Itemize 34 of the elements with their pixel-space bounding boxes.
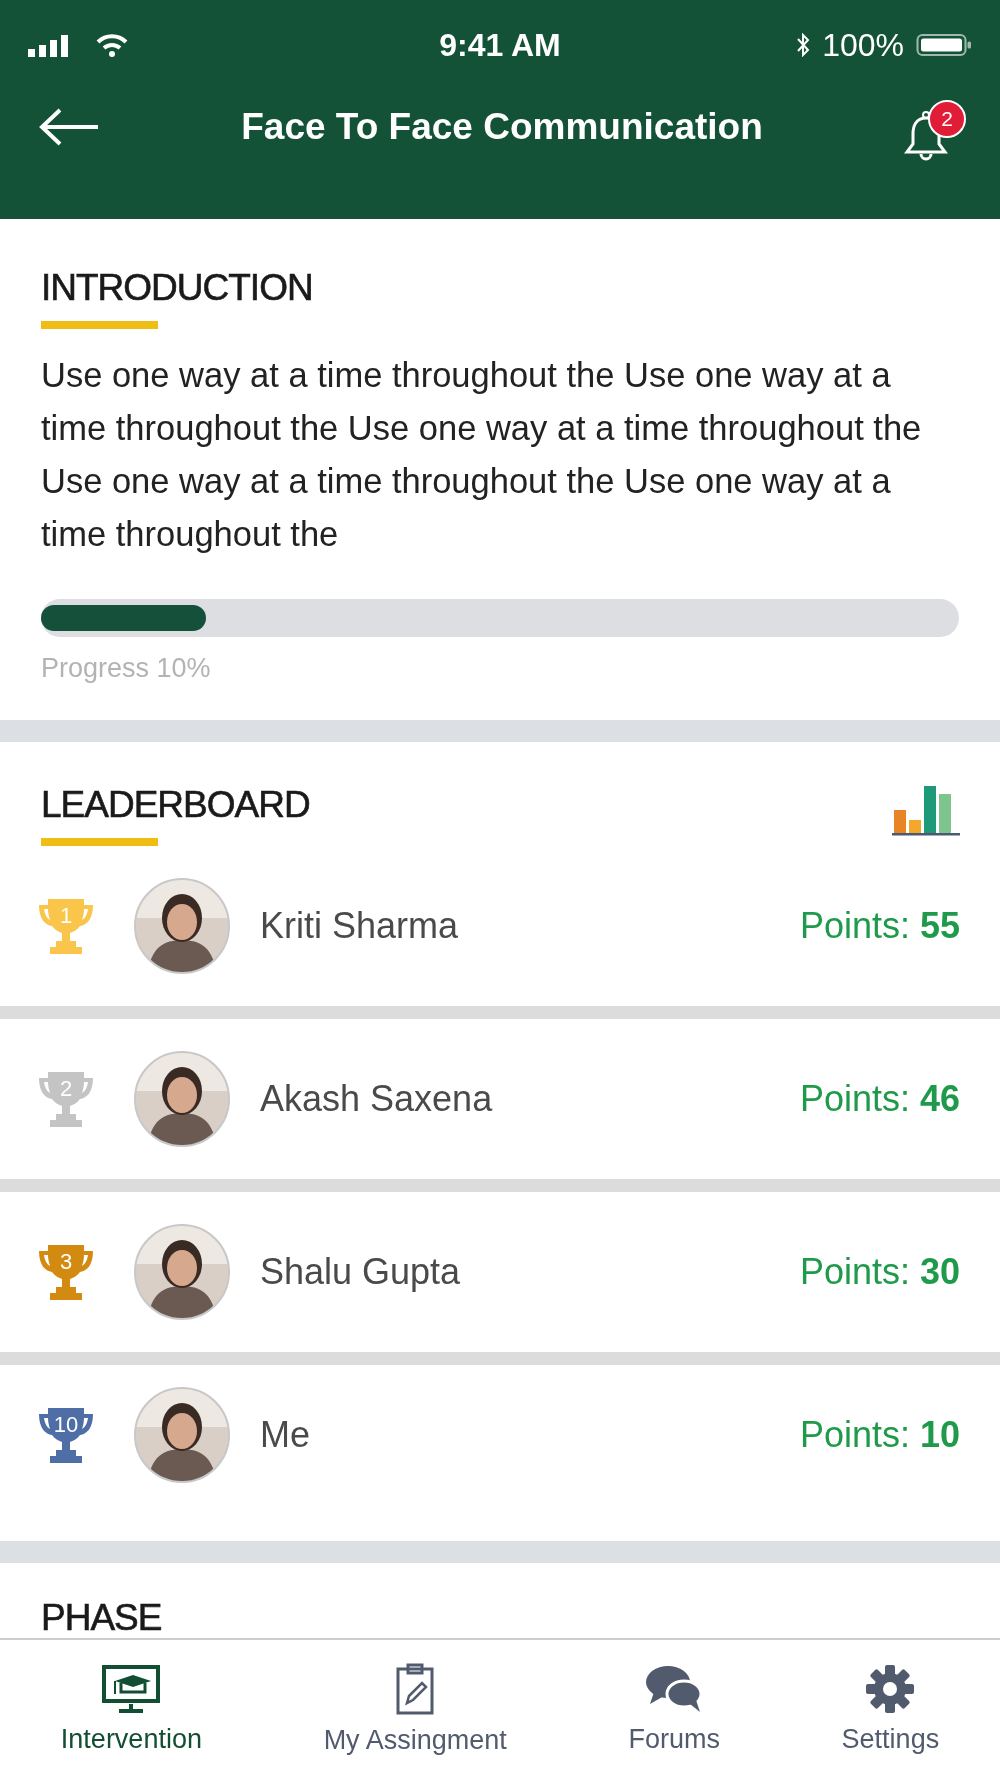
progress-label: Progress 10% bbox=[41, 653, 212, 684]
rank-number: 10 bbox=[52, 1412, 80, 1438]
wifi-icon bbox=[96, 33, 128, 57]
section-heading: LEADERBOARD bbox=[41, 784, 310, 826]
nav-tab[interactable]: Forums bbox=[622, 1663, 726, 1755]
rank-number: 2 bbox=[58, 1076, 74, 1102]
points-text: Points: 46 bbox=[799, 1078, 960, 1120]
bar-chart-icon[interactable] bbox=[892, 784, 960, 836]
points-text: Points: 10 bbox=[799, 1414, 960, 1456]
clipboard-icon bbox=[395, 1662, 436, 1715]
nav-tab[interactable]: Settings bbox=[835, 1663, 946, 1755]
status-time: 9:41 AM bbox=[439, 26, 561, 64]
nav-tab[interactable]: Intervention bbox=[54, 1663, 208, 1755]
points-text: Points: 55 bbox=[799, 905, 960, 947]
notifications-button[interactable]: 2 bbox=[904, 100, 966, 162]
notification-badge: 2 bbox=[928, 100, 966, 138]
back-button[interactable] bbox=[38, 107, 100, 147]
rank-number: 3 bbox=[58, 1249, 74, 1275]
user-name: Shalu Gupta bbox=[260, 1251, 462, 1293]
rank-number: 1 bbox=[58, 903, 74, 929]
battery-icon bbox=[916, 33, 972, 57]
user-name: Kriti Sharma bbox=[260, 905, 460, 947]
monitor-icon bbox=[101, 1663, 162, 1714]
section-heading: PHASE bbox=[41, 1597, 163, 1638]
user-name: Akash Saxena bbox=[260, 1078, 494, 1120]
bluetooth-icon bbox=[796, 33, 811, 57]
user-name: Me bbox=[260, 1414, 311, 1456]
settings-icon bbox=[865, 1663, 916, 1714]
points-text: Points: 30 bbox=[799, 1251, 960, 1293]
section-heading: INTRODUCTION bbox=[41, 267, 314, 309]
nav-tab[interactable]: My Assingment bbox=[317, 1662, 513, 1756]
introduction-text: Use one way at a time throughout the Use one way at a time throughout the Use one way at a time throughout the Use one way at a time throughout the Use one way at a time throughout the bbox=[41, 355, 923, 555]
battery-percentage: 100% bbox=[822, 26, 904, 64]
screen-title: Face To Face Communication bbox=[241, 106, 763, 148]
